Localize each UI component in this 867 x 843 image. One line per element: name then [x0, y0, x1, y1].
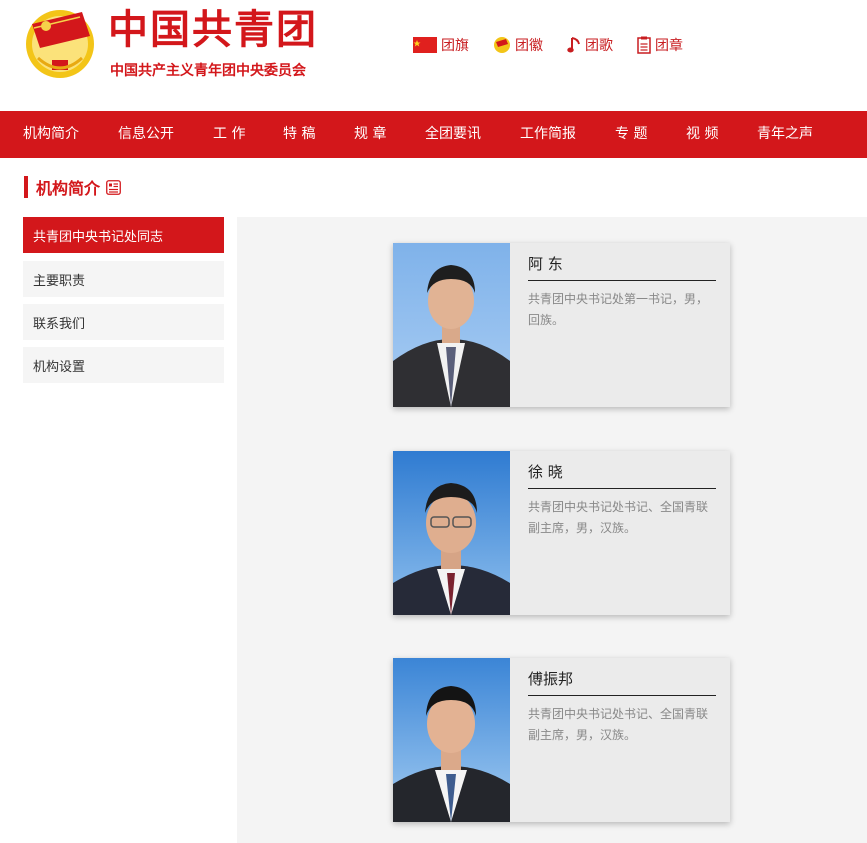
- sidebar-item-secretariat[interactable]: 共青团中央书记处同志: [23, 217, 224, 253]
- league-emblem-link[interactable]: 团徽: [493, 35, 543, 55]
- nav-item-youth-voice[interactable]: 青年之声: [757, 125, 813, 144]
- leader-card[interactable]: 徐 晓 共青团中央书记处书记、全国青联副主席，男，汉族。: [393, 451, 730, 615]
- nav-item-features[interactable]: 特 稿: [283, 125, 315, 144]
- nav-item-league-news[interactable]: 全团要讯: [425, 125, 481, 144]
- league-flag-link[interactable]: 团旗: [413, 35, 469, 55]
- nav-item-videos[interactable]: 视 频: [686, 125, 718, 144]
- league-emblem-logo[interactable]: [24, 6, 96, 80]
- leader-card[interactable]: 傅振邦 共青团中央书记处书记、全国青联副主席，男，汉族。: [393, 658, 730, 822]
- nav-item-work-briefs[interactable]: 工作简报: [520, 125, 576, 144]
- league-song-link[interactable]: 团歌: [567, 35, 613, 55]
- nav-item-info-disclosure[interactable]: 信息公开: [118, 125, 174, 144]
- list-icon: [106, 179, 121, 195]
- section-accent-bar: [24, 176, 28, 198]
- sidebar-item-responsibilities[interactable]: 主要职责: [23, 261, 224, 297]
- league-emblem-label: 团徽: [515, 38, 543, 54]
- leader-photo: [393, 658, 510, 822]
- leader-description: 共青团中央书记处书记、全国青联副主席，男，汉族。: [528, 500, 709, 535]
- document-icon: [637, 36, 651, 54]
- leader-photo: [393, 243, 510, 407]
- section-title: 机构简介: [36, 179, 101, 198]
- league-charter-label: 团章: [655, 38, 683, 54]
- leader-description: 共青团中央书记处第一书记，男，回族。: [528, 292, 709, 327]
- leader-photo: [393, 451, 510, 615]
- nav-item-work[interactable]: 工 作: [213, 125, 245, 144]
- leader-name: 阿 东: [528, 253, 716, 281]
- main-nav: 机构简介 信息公开 工 作 特 稿 规 章 全团要讯 工作简报 专 题 视 频 …: [0, 111, 867, 158]
- top-links: 团旗 团徽 团歌 团章: [413, 35, 707, 55]
- music-note-icon: [567, 36, 581, 54]
- league-flag-label: 团旗: [441, 38, 469, 54]
- leader-card[interactable]: 阿 东 共青团中央书记处第一书记，男，回族。: [393, 243, 730, 407]
- nav-item-topics[interactable]: 专 题: [615, 125, 647, 144]
- section-heading: 机构简介: [24, 175, 121, 199]
- nav-item-about[interactable]: 机构简介: [23, 125, 79, 144]
- league-song-label: 团歌: [585, 38, 613, 54]
- site-title: 中国共青团: [108, 6, 318, 53]
- leader-description: 共青团中央书记处书记、全国青联副主席，男，汉族。: [528, 707, 709, 742]
- flag-icon: [413, 37, 437, 53]
- leader-name: 傅振邦: [528, 668, 716, 696]
- site-subtitle: 中国共产主义青年团中央委员会: [110, 63, 306, 79]
- emblem-icon: [493, 36, 511, 54]
- leader-name: 徐 晓: [528, 461, 716, 489]
- nav-item-regulations[interactable]: 规 章: [354, 125, 386, 144]
- sidebar-item-organization[interactable]: 机构设置: [23, 347, 224, 383]
- site-header: 中国共青团 中国共产主义青年团中央委员会 团旗 团徽 团歌 团章: [0, 0, 867, 111]
- sidebar-item-contact[interactable]: 联系我们: [23, 304, 224, 340]
- league-charter-link[interactable]: 团章: [637, 35, 683, 55]
